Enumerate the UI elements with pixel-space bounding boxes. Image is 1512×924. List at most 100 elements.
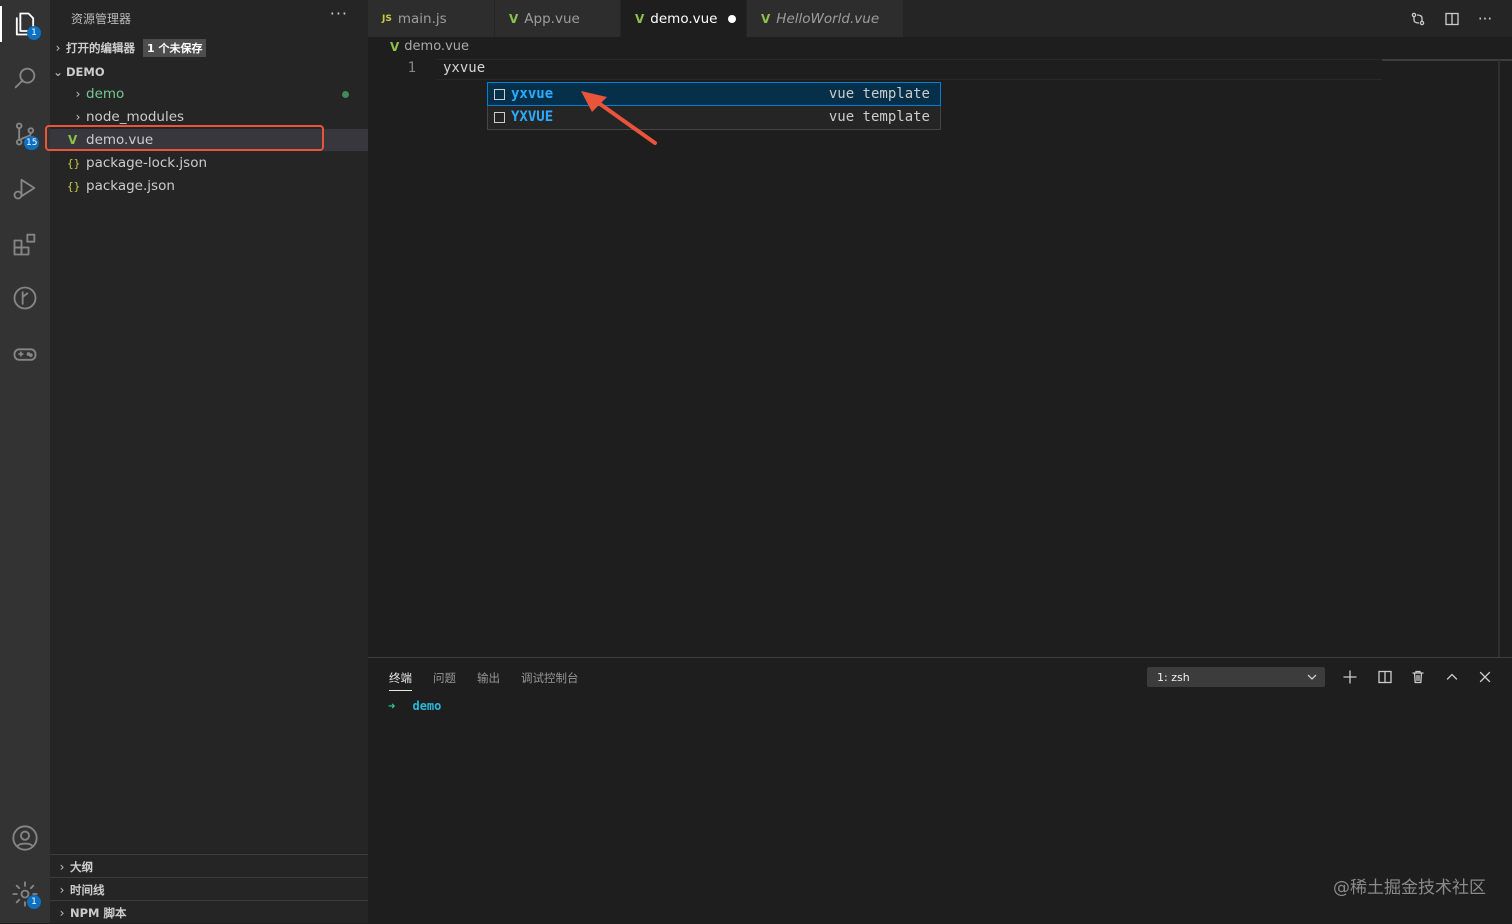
annotation-arrow-icon: [581, 91, 657, 145]
chevron-right-icon: ›: [75, 110, 81, 124]
split-terminal-button[interactable]: [1375, 667, 1395, 687]
gamepad-icon: [13, 348, 37, 361]
tab-debug-console[interactable]: 调试控制台: [521, 670, 579, 686]
split-editor-icon: [1445, 12, 1459, 26]
extensions-button[interactable]: [0, 220, 50, 268]
suggestion-label: yxvue: [511, 86, 554, 102]
suggestion-item[interactable]: YXVUE vue template: [488, 106, 940, 128]
tree-item-label: node_modules: [86, 109, 185, 125]
split-icon: [1378, 670, 1392, 684]
tab-main-js[interactable]: JS main.js: [368, 0, 495, 37]
account-icon: [12, 825, 38, 851]
tab-app-vue[interactable]: V App.vue: [495, 0, 621, 37]
activity-bar: 1 15 1: [0, 0, 50, 923]
tree-item-demo-folder[interactable]: › demo: [50, 83, 368, 105]
git-graph-button[interactable]: [0, 274, 50, 322]
git-graph-icon: [13, 286, 37, 310]
suggestion-widget: yxvue vue template YXVUE vue template: [487, 82, 941, 130]
chevron-right-icon: ›: [59, 882, 65, 897]
chevron-up-icon: [1446, 673, 1458, 680]
open-changes-button[interactable]: [1407, 8, 1429, 30]
js-file-icon: JS: [382, 13, 392, 24]
new-terminal-button[interactable]: [1340, 667, 1360, 687]
tab-output[interactable]: 输出: [477, 670, 500, 686]
open-editors-section[interactable]: › 打开的编辑器 1 个未保存: [50, 37, 368, 59]
accounts-button[interactable]: [0, 814, 50, 862]
tree-item-package-lock[interactable]: {} package-lock.json: [50, 152, 368, 174]
unsaved-dot[interactable]: [727, 14, 736, 23]
json-file-icon: {}: [67, 156, 81, 170]
snippet-icon: [494, 88, 505, 100]
breadcrumb[interactable]: V demo.vue: [390, 39, 469, 54]
tab-problems[interactable]: 问题: [433, 670, 456, 686]
remote-button[interactable]: [0, 330, 50, 378]
chevron-right-icon: ›: [59, 859, 65, 874]
run-debug-button[interactable]: [0, 164, 50, 212]
chevron-right-icon: ›: [59, 905, 65, 920]
json-file-icon: {}: [67, 179, 81, 193]
tree-item-label: package-lock.json: [86, 155, 208, 171]
suggestion-detail: vue template: [828, 86, 930, 102]
explorer-badge: 1: [27, 26, 41, 40]
tree-item-package-json[interactable]: {} package.json: [50, 175, 368, 197]
editor-tab-bar: JS main.js V App.vue V demo.vue V HelloW…: [368, 0, 1512, 37]
chevron-right-icon: ›: [75, 87, 81, 101]
more-icon: ···: [1477, 10, 1493, 28]
tab-label: App.vue: [524, 10, 580, 27]
editor-more-button[interactable]: ···: [1474, 8, 1496, 30]
workspace-label: DEMO: [66, 65, 105, 79]
vue-file-icon: V: [509, 11, 519, 26]
vertical-scrollbar[interactable]: [1498, 60, 1500, 657]
tab-label: main.js: [397, 10, 447, 27]
search-button[interactable]: [0, 54, 50, 102]
npm-scripts-label: NPM 脚本: [70, 905, 127, 920]
manage-button[interactable]: 1: [0, 870, 50, 918]
tab-label: HelloWorld.vue: [776, 10, 880, 27]
chevron-down-icon: [1307, 674, 1317, 680]
close-panel-button[interactable]: [1475, 667, 1495, 687]
code-line[interactable]: yxvue: [443, 60, 485, 76]
outline-section[interactable]: › 大纲: [50, 854, 368, 878]
explorer-button[interactable]: 1: [0, 0, 50, 48]
tab-demo-vue[interactable]: V demo.vue: [621, 0, 747, 37]
minimap-slider[interactable]: [1382, 59, 1512, 61]
kill-terminal-button[interactable]: [1408, 667, 1428, 687]
maximize-panel-button[interactable]: [1442, 667, 1462, 687]
search-icon: [14, 67, 36, 89]
open-editors-label: 打开的编辑器: [66, 41, 135, 55]
watermark: @稀土掘金技术社区: [1333, 878, 1486, 898]
timeline-section[interactable]: › 时间线: [50, 877, 368, 901]
vue-file-icon: V: [761, 11, 771, 26]
snippet-icon: [494, 111, 505, 123]
vue-file-icon: V: [635, 11, 645, 26]
tab-label: demo.vue: [650, 10, 718, 27]
source-control-button[interactable]: 15: [0, 110, 50, 158]
chevron-down-icon: ⌄: [52, 65, 64, 79]
workspace-section[interactable]: ⌄ DEMO: [50, 61, 368, 83]
tab-helloworld-vue[interactable]: V HelloWorld.vue: [747, 0, 904, 37]
vue-file-icon: V: [390, 39, 400, 54]
run-debug-icon: [13, 178, 36, 200]
modified-dot: [342, 90, 349, 98]
terminal-prompt[interactable]: ➜ demo: [388, 699, 441, 713]
current-line-highlight: [436, 59, 1382, 80]
terminal-select[interactable]: 1: zsh: [1147, 667, 1325, 687]
highlight-annotation-box: [45, 125, 324, 151]
unsaved-badge: 1 个未保存: [143, 39, 207, 57]
settings-badge: 1: [27, 895, 41, 909]
prompt-arrow: ➜: [388, 699, 396, 713]
timeline-label: 时间线: [70, 882, 105, 897]
close-icon: [1479, 671, 1491, 683]
line-number: 1: [407, 60, 416, 76]
tab-terminal[interactable]: 终端: [389, 670, 412, 691]
terminal-select-value: 1: zsh: [1157, 670, 1190, 684]
tree-item-label: package.json: [86, 178, 175, 194]
more-actions-button[interactable]: ···: [330, 4, 348, 23]
npm-scripts-section[interactable]: › NPM 脚本: [50, 900, 368, 924]
suggestion-label: YXVUE: [511, 109, 554, 125]
split-editor-button[interactable]: [1441, 8, 1463, 30]
explorer-title: 资源管理器: [71, 12, 132, 26]
suggestion-item[interactable]: yxvue vue template: [487, 82, 941, 106]
extensions-icon: [13, 233, 36, 256]
outline-label: 大纲: [70, 859, 93, 874]
